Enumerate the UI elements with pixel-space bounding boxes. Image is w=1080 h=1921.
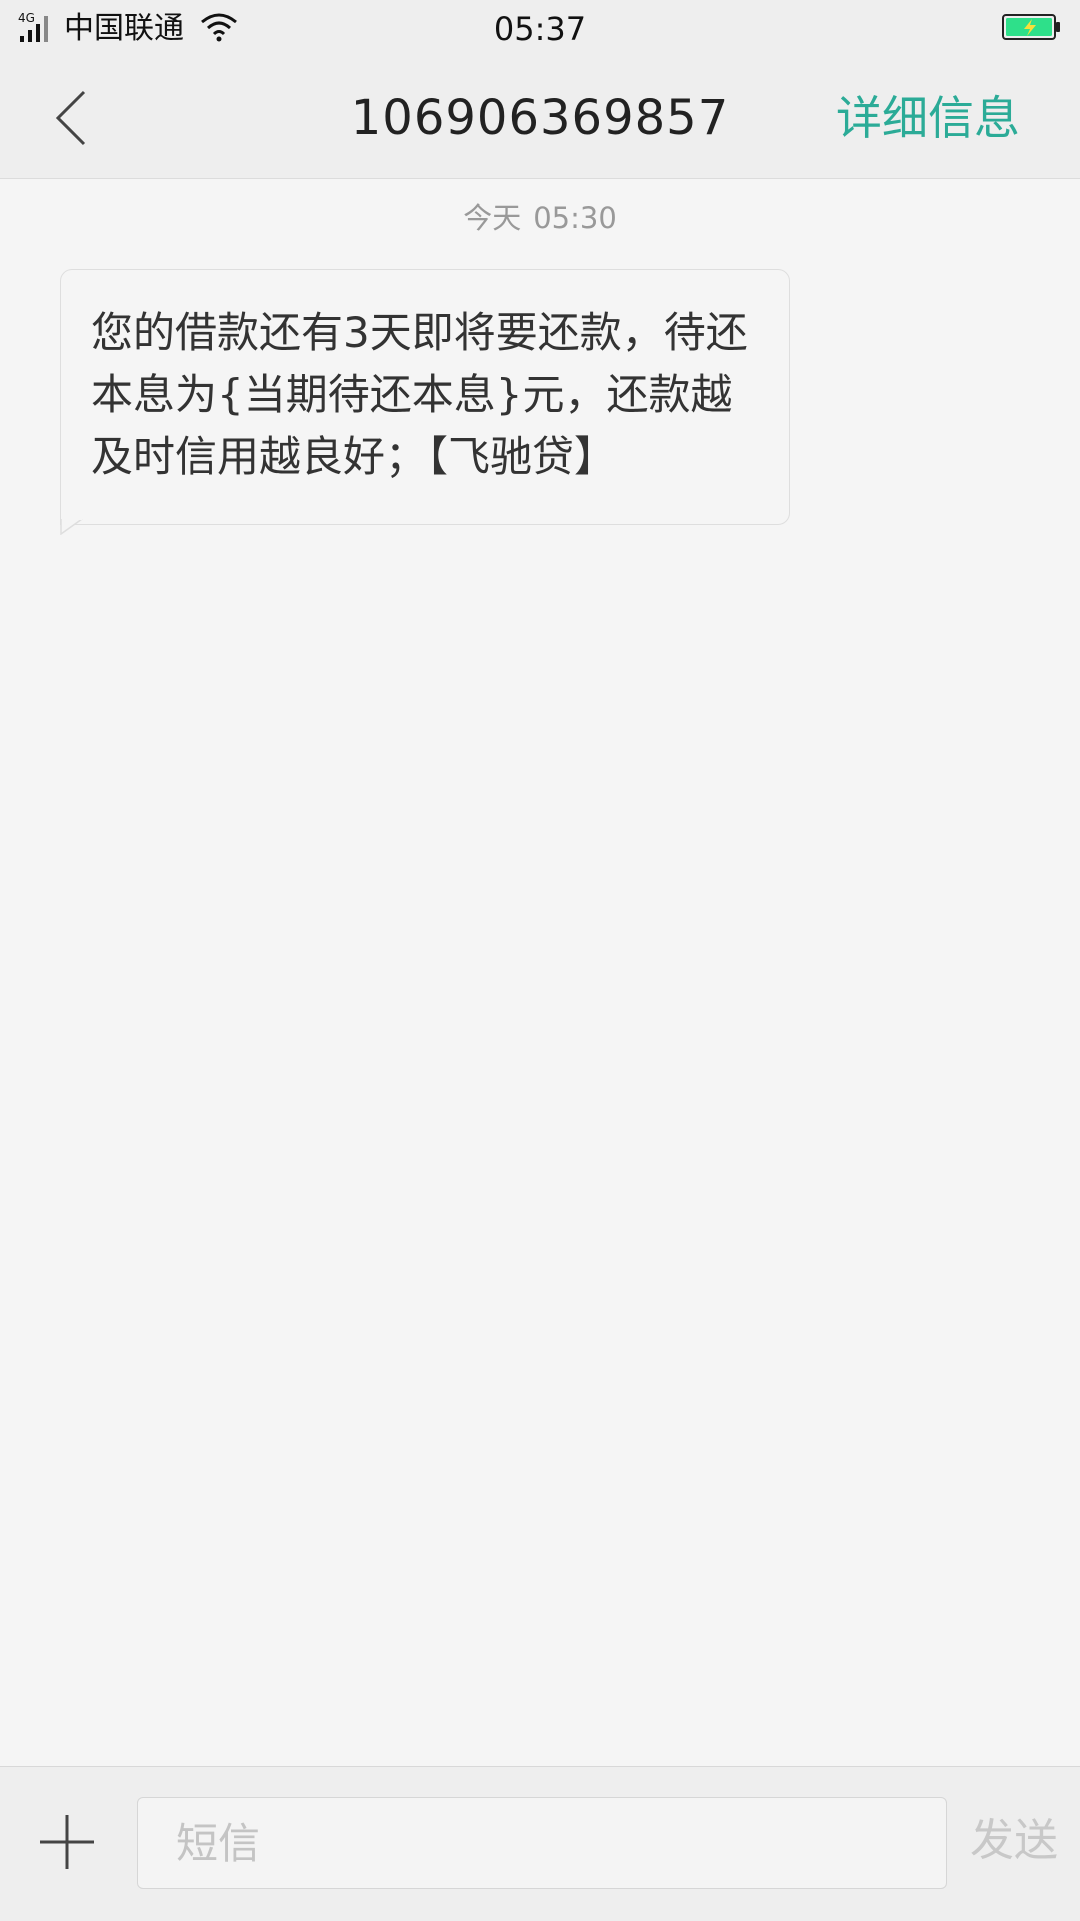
- timestamp-time: 05:30: [533, 201, 617, 235]
- timestamp-day: 今天: [463, 201, 522, 235]
- message-bubble[interactable]: 您的借款还有3天即将要还款，待还本息为{当期待还本息}元，还款越及时信用越良好；…: [60, 269, 790, 525]
- status-time: 05:37: [493, 10, 587, 48]
- nav-bar: 106906369857 详细信息: [0, 58, 1080, 179]
- battery-charging-icon: [1002, 14, 1060, 40]
- message-timestamp: 今天 05:30: [0, 198, 1080, 238]
- status-bar: 4G 中国联通 05:37: [0, 0, 1080, 58]
- bubble-tail: [60, 519, 83, 535]
- message-input[interactable]: [137, 1797, 947, 1889]
- send-button[interactable]: 发送: [970, 1811, 1058, 1871]
- message-text: 您的借款还有3天即将要还款，待还本息为{当期待还本息}元，还款越及时信用越良好；…: [91, 308, 748, 481]
- plus-icon[interactable]: [38, 1813, 96, 1871]
- compose-bar: 发送: [0, 1766, 1080, 1921]
- details-button[interactable]: 详细信息: [836, 90, 1020, 146]
